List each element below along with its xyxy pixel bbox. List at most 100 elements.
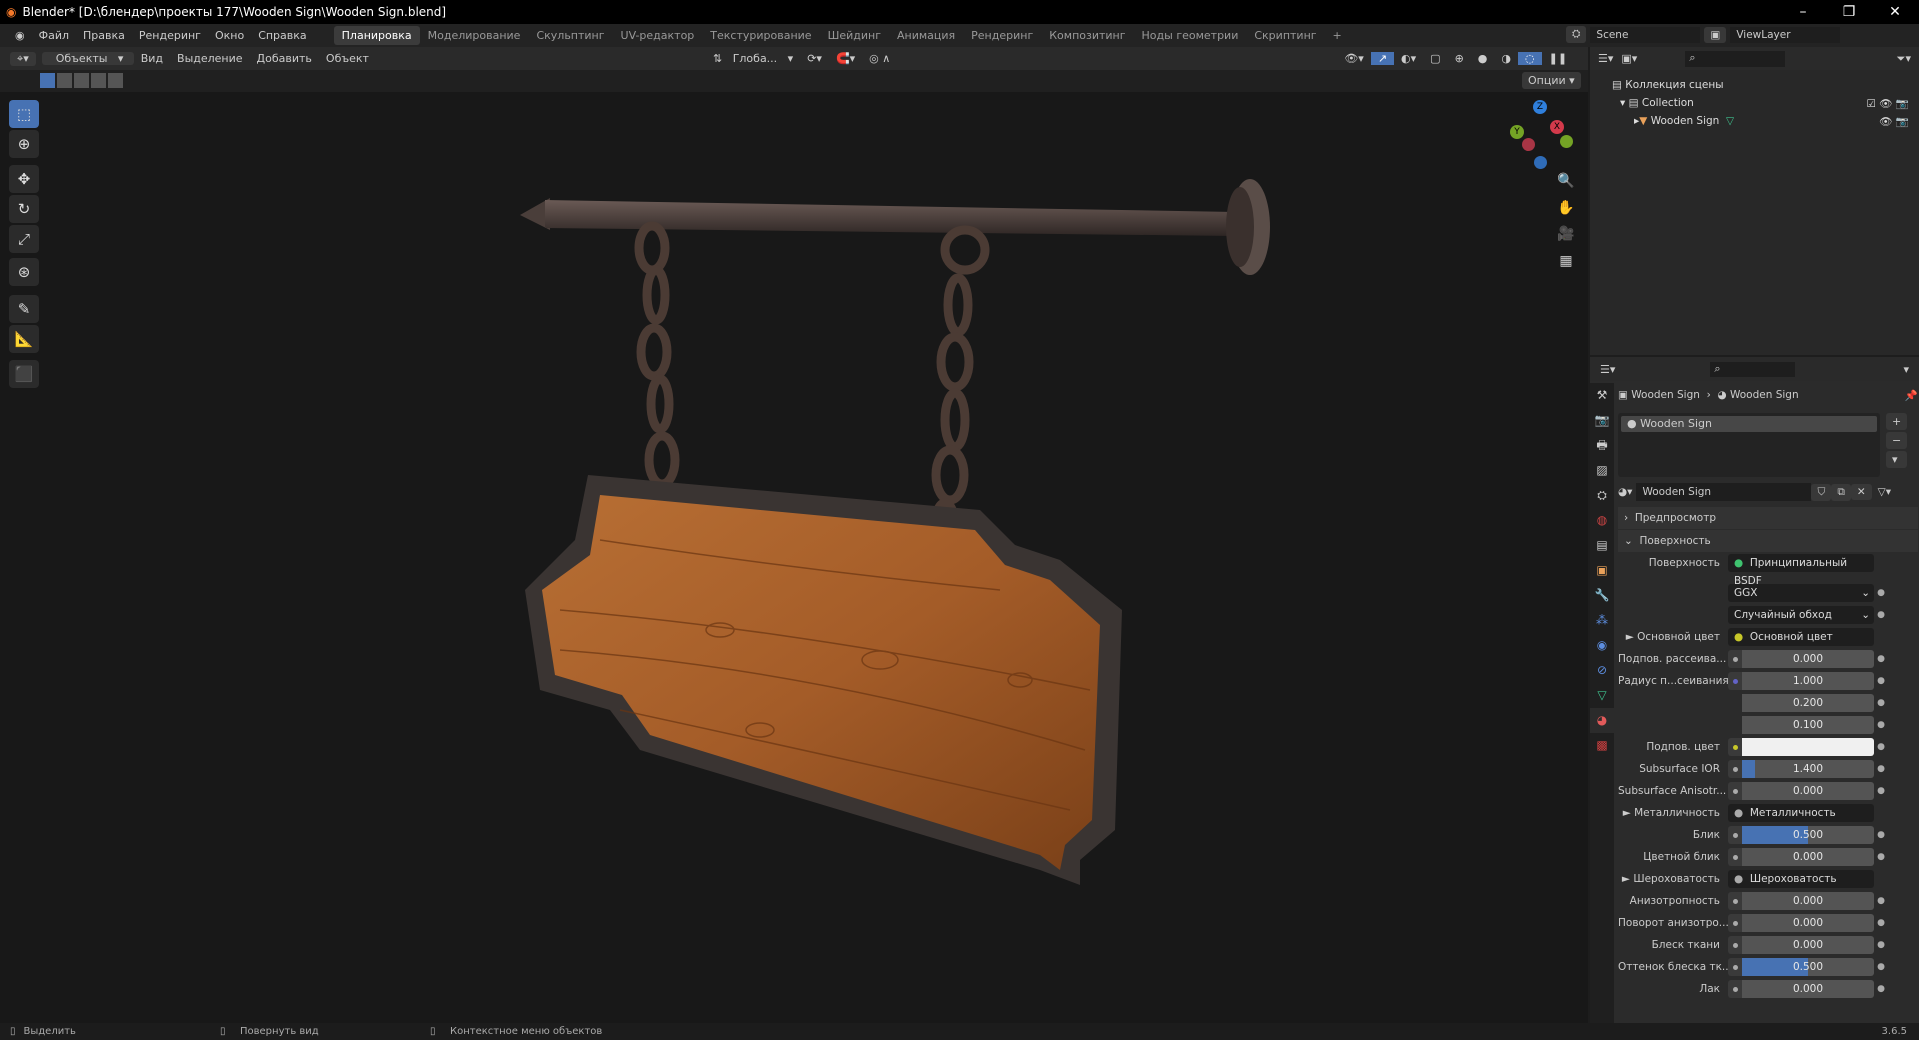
display-mode-icon[interactable]: ▣▾ <box>1621 52 1637 65</box>
material-slot[interactable]: ● Wooden Sign <box>1621 416 1877 432</box>
socket-icon[interactable] <box>1728 650 1742 668</box>
camera-view-icon[interactable]: 🎥 <box>1553 226 1579 250</box>
keyframe-dot[interactable]: ● <box>1874 786 1888 796</box>
workspace-tab[interactable]: Шейдинг <box>820 26 889 45</box>
number-field[interactable]: 0.200 <box>1742 694 1874 712</box>
scale-tool-icon[interactable]: ⤢ <box>9 225 39 253</box>
object-visibility-icons[interactable]: 👁 📷 <box>1879 115 1909 128</box>
number-field[interactable]: 0.000 <box>1742 980 1874 998</box>
select-invert-icon[interactable] <box>91 73 106 88</box>
menu-item[interactable]: Справка <box>251 29 313 42</box>
gizmo-y-axis[interactable]: Y <box>1510 125 1524 139</box>
world-tab-icon[interactable]: ◍ <box>1590 508 1614 533</box>
menu-select[interactable]: Выделение <box>170 52 250 65</box>
keyframe-dot[interactable]: ● <box>1874 896 1888 906</box>
modifiers-tab-icon[interactable]: 🔧 <box>1590 583 1614 608</box>
keyframe-dot[interactable]: ● <box>1874 830 1888 840</box>
outliner-search-input[interactable]: ⌕ <box>1685 50 1786 67</box>
shading-material[interactable]: ◑ <box>1494 52 1518 65</box>
workspace-tab[interactable]: Анимация <box>889 26 963 45</box>
menu-item[interactable]: Рендеринг <box>132 29 208 42</box>
keyframe-dot[interactable]: ● <box>1874 676 1888 686</box>
overlay-toggle[interactable]: ◐▾ <box>1394 52 1423 65</box>
maximize-button[interactable]: ❐ <box>1826 0 1872 24</box>
move-tool-icon[interactable]: ✥ <box>9 165 39 193</box>
select-subtract-icon[interactable] <box>74 73 89 88</box>
transform-orientation-dropdown[interactable]: ⇅ Глоба... ▾ <box>706 52 800 65</box>
panel-surface[interactable]: ⌄ Поверхность <box>1618 530 1918 552</box>
socket-icon[interactable] <box>1728 760 1742 778</box>
socket-icon[interactable] <box>1728 914 1742 932</box>
number-field[interactable]: 1.000 <box>1742 672 1874 690</box>
keyframe-dot[interactable]: ● <box>1874 852 1888 862</box>
workspace-tab[interactable]: Моделирование <box>420 26 529 45</box>
number-field[interactable]: 0.000 <box>1742 782 1874 800</box>
annotate-tool-icon[interactable]: ✎ <box>9 295 39 323</box>
select-extend-icon[interactable] <box>57 73 72 88</box>
workspace-tab[interactable]: Скриптинг <box>1246 26 1324 45</box>
number-field[interactable]: 0.000 <box>1742 914 1874 932</box>
output-tab-icon[interactable]: 🖶 <box>1590 433 1614 458</box>
scene-field[interactable]: Scene <box>1590 26 1701 43</box>
3d-viewport[interactable] <box>0 70 1588 1023</box>
socket-icon[interactable] <box>1728 738 1742 756</box>
select-intersect-icon[interactable] <box>108 73 123 88</box>
perspective-toggle-icon[interactable]: ▦ <box>1553 253 1579 277</box>
panel-preview[interactable]: › Предпросмотр <box>1618 507 1918 529</box>
visibility-icon[interactable]: 👁▾ <box>1337 52 1371 65</box>
unlink-material-icon[interactable]: ✕ <box>1850 484 1872 500</box>
fake-user-icon[interactable]: ⛉ <box>1811 483 1832 501</box>
view-layer-tab-icon[interactable]: ▨ <box>1590 458 1614 483</box>
keyframe-dot[interactable]: ● <box>1874 610 1888 620</box>
number-field[interactable]: 0.000 <box>1742 848 1874 866</box>
add-slot-button[interactable]: + <box>1886 413 1908 430</box>
blender-menu-icon[interactable]: ◉ <box>8 29 32 42</box>
menu-add[interactable]: Добавить <box>250 52 319 65</box>
collection-tab-icon[interactable]: ▤ <box>1590 533 1614 558</box>
gizmo-neg-x[interactable] <box>1522 138 1535 151</box>
pause-icon[interactable]: ❚❚ <box>1542 52 1574 65</box>
transform-tool-icon[interactable]: ⊛ <box>9 258 39 286</box>
workspace-tab[interactable]: Текстурирование <box>702 26 819 45</box>
number-field[interactable]: 0.500 <box>1742 826 1874 844</box>
gizmo-x-axis[interactable]: X <box>1550 120 1564 134</box>
physics-tab-icon[interactable]: ◉ <box>1590 633 1614 658</box>
properties-editor-type-icon[interactable]: ☰▾ <box>1600 363 1615 376</box>
outliner-object-wooden-sign[interactable]: ▸ ▼ Wooden Sign ▽ 👁 📷 <box>1590 112 1919 130</box>
workspace-tab[interactable]: UV-редактор <box>613 26 703 45</box>
shading-rendered[interactable]: ◌ <box>1518 52 1542 65</box>
socket-icon[interactable] <box>1728 848 1742 866</box>
options-dropdown[interactable]: Опции ▾ <box>1522 72 1581 89</box>
workspace-tab[interactable]: Композитинг <box>1041 26 1133 45</box>
snap-icon[interactable]: 🧲▾ <box>829 52 862 65</box>
pivot-icon[interactable]: ⟳▾ <box>800 52 829 65</box>
gizmo-neg-y[interactable] <box>1560 135 1573 148</box>
mode-dropdown[interactable]: Объекты ▾ <box>41 52 134 65</box>
socket-icon[interactable] <box>1728 672 1742 690</box>
linked-input-field[interactable]: ● Шероховатость <box>1728 870 1874 888</box>
viewlayer-field[interactable]: ViewLayer <box>1730 26 1841 43</box>
keyframe-dot[interactable]: ● <box>1874 918 1888 928</box>
material-name-field[interactable]: Wooden Sign <box>1636 483 1812 501</box>
subsurface-method-dropdown[interactable]: Случайный обход ⌄ <box>1728 606 1874 624</box>
properties-search-input[interactable]: ⌕ <box>1710 361 1796 377</box>
keyframe-dot[interactable]: ● <box>1874 940 1888 950</box>
keyframe-dot[interactable]: ● <box>1874 742 1888 752</box>
menu-item[interactable]: Файл <box>32 29 76 42</box>
add-cube-tool-icon[interactable]: ⬛ <box>9 360 39 388</box>
object-tab-icon[interactable]: ▣ <box>1590 558 1614 583</box>
link-type-icon[interactable]: ▽▾ <box>1878 486 1891 498</box>
socket-icon[interactable] <box>1728 936 1742 954</box>
number-field[interactable]: 0.000 <box>1742 936 1874 954</box>
menu-object[interactable]: Объект <box>319 52 376 65</box>
outliner-collection[interactable]: ▾ ▤ Collection ☑ 👁 📷 <box>1590 94 1919 112</box>
slot-menu-button[interactable]: ▾ <box>1886 451 1908 468</box>
measure-tool-icon[interactable]: 📐 <box>9 325 39 353</box>
workspace-tab[interactable]: Ноды геометрии <box>1134 26 1247 45</box>
material-browse-icon[interactable]: ◕▾ <box>1618 486 1632 498</box>
socket-icon[interactable] <box>1728 782 1742 800</box>
number-field[interactable]: 1.400 <box>1742 760 1874 778</box>
number-field[interactable]: 0.000 <box>1742 892 1874 910</box>
menu-view[interactable]: Вид <box>134 52 170 65</box>
rotate-tool-icon[interactable]: ↻ <box>9 195 39 223</box>
